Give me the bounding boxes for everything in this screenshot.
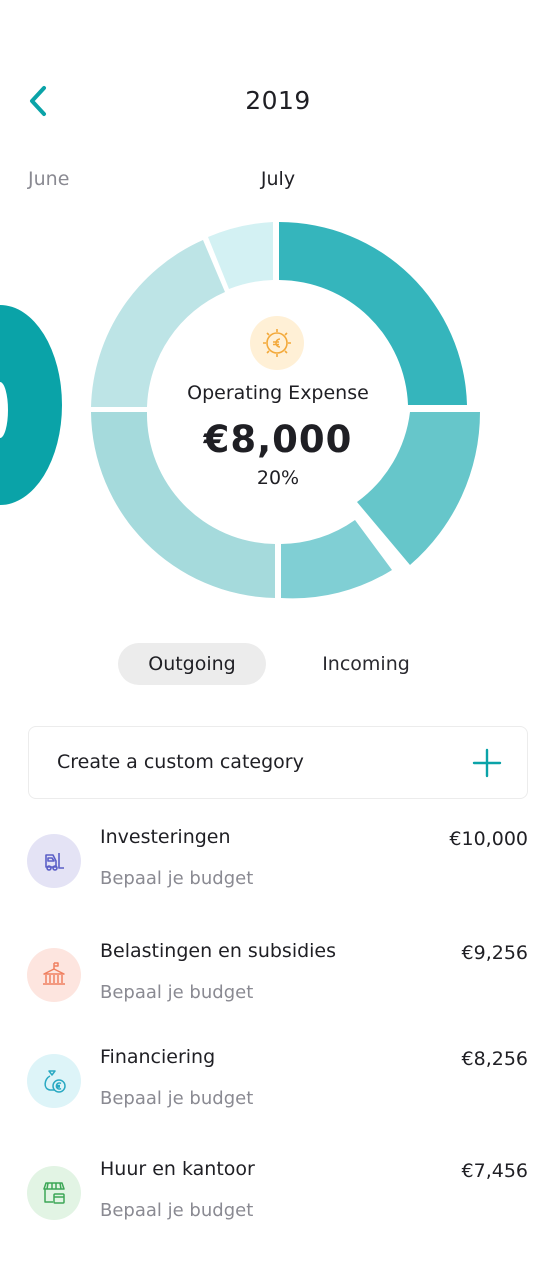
category-amount: €8,256 — [461, 1048, 528, 1070]
forklift-icon — [27, 834, 81, 888]
money-bag-icon — [27, 1054, 81, 1108]
operating-expense-icon — [250, 316, 304, 370]
category-row-belastingen[interactable]: Belastingen en subsidies Bepaal je budge… — [0, 940, 556, 1050]
category-title: Financiering — [100, 1046, 216, 1068]
category-amount: €9,256 — [461, 942, 528, 964]
expense-donut-chart[interactable] — [0, 200, 556, 620]
donut-segment-3[interactable] — [281, 520, 392, 599]
plus-icon — [472, 748, 502, 778]
category-row-investeringen[interactable]: Investeringen Bepaal je budget €10,000 — [0, 826, 556, 936]
create-custom-category-label: Create a custom category — [57, 751, 304, 773]
tab-incoming[interactable]: Incoming — [296, 643, 436, 685]
donut-center-percent: 20% — [256, 467, 300, 489]
category-subtitle: Bepaal je budget — [100, 1088, 254, 1109]
create-custom-category-button[interactable]: Create a custom category — [28, 726, 528, 799]
donut-segment-operating-expense[interactable] — [279, 221, 467, 405]
category-subtitle: Bepaal je budget — [100, 868, 254, 889]
month-current[interactable]: July — [0, 168, 556, 190]
category-row-huur[interactable]: Huur en kantoor Bepaal je budget €7,456 — [0, 1158, 556, 1268]
storefront-icon — [27, 1166, 81, 1220]
category-subtitle: Bepaal je budget — [100, 1200, 254, 1221]
category-title: Investeringen — [100, 826, 231, 848]
category-title: Huur en kantoor — [100, 1158, 255, 1180]
category-title: Belastingen en subsidies — [100, 940, 337, 962]
category-subtitle: Bepaal je budget — [100, 982, 254, 1003]
category-amount: €10,000 — [449, 828, 528, 850]
category-row-financiering[interactable]: Financiering Bepaal je budget €8,256 — [0, 1046, 556, 1156]
government-building-icon — [27, 948, 81, 1002]
category-amount: €7,456 — [461, 1160, 528, 1182]
donut-center-amount: €8,000 — [203, 418, 353, 461]
donut-center-label: Operating Expense — [187, 382, 369, 404]
tab-outgoing[interactable]: Outgoing — [118, 643, 266, 685]
page-title-year: 2019 — [245, 86, 311, 115]
